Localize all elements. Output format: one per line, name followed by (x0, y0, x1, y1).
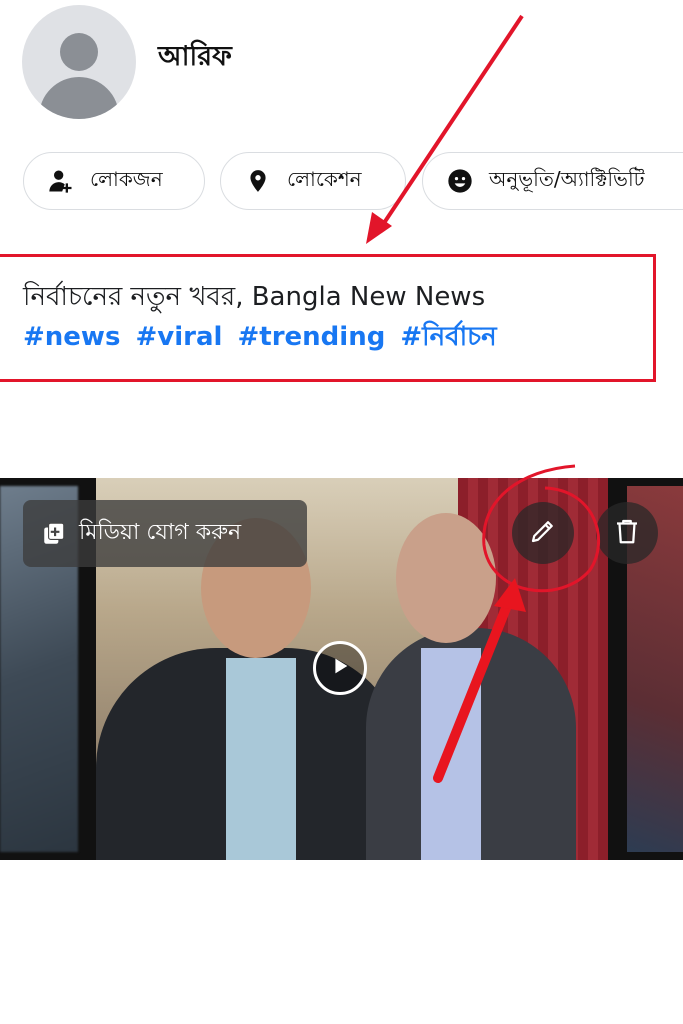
edit-media-button[interactable] (512, 502, 574, 564)
pencil-icon (528, 516, 558, 550)
hashtag[interactable]: #নির্বাচন (400, 322, 496, 352)
profile-name: আরিফ (158, 41, 232, 72)
post-hashtags[interactable]: #news #viral #trending #নির্বাচন (23, 316, 503, 360)
trash-icon (612, 516, 642, 550)
delete-media-button[interactable] (596, 502, 658, 564)
add-media-label: মিডিয়া যোগ করুন (79, 520, 242, 545)
add-media-icon (41, 521, 67, 547)
smiley-icon (445, 166, 475, 196)
post-caption[interactable]: নির্বাচনের নতুন খবর, Bangla New News (23, 276, 485, 320)
avatar-body-shape (39, 77, 119, 119)
add-media-button[interactable]: মিডিয়া যোগ করুন (23, 500, 307, 567)
play-icon (329, 655, 351, 681)
hashtag[interactable]: #news (23, 322, 120, 352)
photo-shirt-left (226, 658, 296, 860)
avatar-head-shape (60, 33, 98, 71)
play-video-button[interactable] (313, 641, 367, 695)
feeling-activity-chip[interactable]: অনুভূতি/অ্যাক্টিভিটি (422, 152, 683, 210)
hashtag[interactable]: #trending (238, 322, 386, 352)
chip-label: লোকজন (90, 166, 163, 191)
chip-label: লোকেশন (287, 166, 362, 191)
avatar (22, 5, 136, 119)
location-pin-icon (243, 166, 273, 196)
location-chip[interactable]: লোকেশন (220, 152, 406, 210)
photo-shirt-right (421, 648, 481, 860)
chip-label: অনুভূতি/অ্যাক্টিভিটি (489, 166, 645, 191)
hashtag[interactable]: #viral (136, 322, 223, 352)
tag-people-chip[interactable]: লোকজন (23, 152, 205, 210)
photo-face-right (396, 513, 496, 643)
person-add-icon (46, 166, 76, 196)
